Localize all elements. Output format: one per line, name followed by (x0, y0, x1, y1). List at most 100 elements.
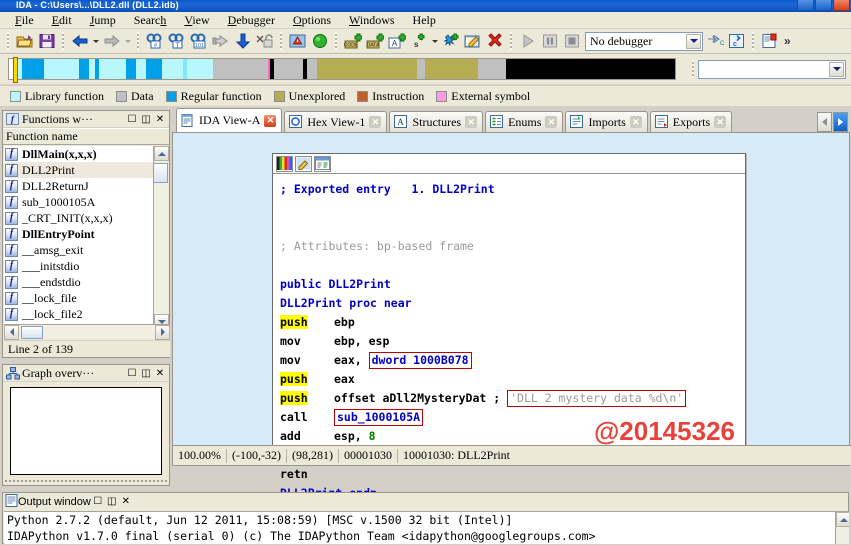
navband-segment[interactable] (506, 59, 674, 79)
navband-segment[interactable] (307, 59, 318, 79)
tab-close-icon[interactable]: ✕ (630, 116, 642, 128)
notepad-icon[interactable] (759, 31, 780, 51)
make-struct-icon[interactable]: s (408, 31, 429, 51)
run-icon[interactable] (517, 31, 538, 51)
function-list-item[interactable]: fDllMain(x,x,x) (4, 146, 153, 162)
jump-icon[interactable] (210, 31, 231, 51)
make-data-icon[interactable]: DATA (364, 31, 385, 51)
function-list-item[interactable]: fDllEntryPoint (4, 226, 153, 242)
tab-close-icon[interactable]: ✕ (369, 116, 381, 128)
warning-icon[interactable] (287, 31, 308, 51)
navband-segment[interactable] (317, 59, 417, 79)
menu-file[interactable]: File (6, 12, 43, 29)
highlighted-operand[interactable]: sub_1000105A (334, 409, 423, 426)
menu-edit[interactable]: Edit (43, 12, 81, 29)
disassembly-line[interactable]: public DLL2Print (280, 275, 745, 294)
disassembly-line[interactable]: retn (280, 465, 745, 484)
navband-segment[interactable] (146, 59, 163, 79)
green-circle-icon[interactable] (309, 31, 330, 51)
output-scroll-up-icon[interactable] (836, 512, 849, 527)
functions-scroll-thumb[interactable] (153, 163, 168, 183)
search-grip[interactable] (691, 60, 695, 78)
graph-restore-icon[interactable]: ◫ (139, 367, 153, 380)
disassembly-window[interactable]: ; Exported entry 1. DLL2Print ; Attribut… (272, 153, 746, 458)
palette-icon[interactable] (276, 156, 293, 172)
menu-view[interactable]: View (175, 12, 218, 29)
pause-icon[interactable] (539, 31, 560, 51)
navband-segment[interactable] (126, 59, 136, 79)
menu-help[interactable]: Help (404, 12, 445, 29)
tab-scroll-left-icon[interactable] (817, 112, 832, 132)
navband-segment[interactable] (22, 59, 45, 79)
forward-icon[interactable] (101, 31, 122, 51)
menu-jump[interactable]: Jump (81, 12, 125, 29)
toolbar-grip-6[interactable] (509, 32, 513, 50)
make-unexplored-icon[interactable] (440, 31, 461, 51)
down-arrow-icon[interactable] (232, 31, 253, 51)
disassembly-line[interactable]: pusheax (280, 370, 745, 389)
navband-segment[interactable] (162, 59, 183, 79)
function-list-item[interactable]: fDLL2Print (4, 162, 153, 178)
menu-debugger[interactable]: Debugger (219, 12, 284, 29)
navband-segment[interactable] (136, 59, 145, 79)
output-close-icon[interactable]: ✕ (119, 495, 133, 508)
save-icon[interactable] (36, 31, 57, 51)
menu-options[interactable]: Options (284, 12, 340, 29)
function-list-item[interactable]: f__lock_file2 (4, 306, 153, 322)
navigation-band-segments[interactable] (9, 59, 675, 79)
menu-search[interactable]: Search (125, 12, 176, 29)
stop-icon[interactable] (561, 31, 582, 51)
disassembly-line[interactable]: moveax, dword 1000B078 (280, 351, 745, 370)
functions-maximize-icon[interactable]: ☐ (125, 113, 139, 126)
scroll-up-icon[interactable] (154, 146, 169, 161)
search-dropdown-icon[interactable] (829, 62, 844, 77)
output-maximize-icon[interactable]: ☐ (91, 495, 105, 508)
highlighted-operand[interactable]: dword 1000B078 (369, 352, 472, 369)
navband-segment[interactable] (213, 59, 267, 79)
navband-segment[interactable] (79, 59, 89, 79)
disassembly-line[interactable]: movebp, esp (280, 332, 745, 351)
output-restore-icon[interactable]: ◫ (105, 495, 119, 508)
search-input-wrapper[interactable] (698, 60, 846, 79)
toolbar-grip[interactable] (6, 32, 10, 50)
nav-cursor[interactable] (13, 57, 18, 83)
navband-segment[interactable] (425, 59, 478, 79)
search-hash-icon[interactable]: # (144, 31, 165, 51)
toolbar-grip-7[interactable] (751, 32, 755, 50)
graph-close-icon[interactable]: ✕ (153, 367, 167, 380)
tab-enums[interactable]: Enums✕ (485, 111, 563, 132)
navband-segment[interactable] (274, 59, 303, 79)
toolbar-grip-3[interactable] (136, 32, 140, 50)
function-list-item[interactable]: fsub_1000105A (4, 194, 153, 210)
toolbar-grip-5[interactable] (334, 32, 338, 50)
disassembly-line[interactable] (280, 256, 745, 275)
debugger-select[interactable]: No debugger (585, 32, 703, 51)
functions-close-icon[interactable]: ✕ (153, 113, 167, 126)
scroll-right-icon[interactable] (155, 325, 170, 340)
toolbar-grip-4[interactable] (279, 32, 283, 50)
output-window-body[interactable]: Python 2.7.2 (default, Jun 12 2011, 15:0… (4, 511, 849, 544)
back-dropdown-icon[interactable] (91, 31, 100, 51)
edit-icon[interactable] (462, 31, 483, 51)
maximize-button[interactable] (815, 0, 832, 11)
menu-windows[interactable]: Windows (340, 12, 404, 29)
synchronize-icon[interactable] (314, 156, 331, 172)
functions-horizontal-scrollbar[interactable] (4, 324, 170, 339)
disassembly-line[interactable]: pushoffset aDll2MysteryDat ; 'DLL 2 myst… (280, 389, 745, 408)
chevron-down-icon[interactable] (686, 34, 701, 49)
function-list-item[interactable]: f__lock_file (4, 290, 153, 306)
tab-close-icon[interactable]: ✕ (545, 116, 557, 128)
make-code-icon[interactable]: CODE (342, 31, 363, 51)
tab-structures[interactable]: AStructures✕ (389, 111, 483, 132)
make-ascii-icon[interactable]: A (386, 31, 407, 51)
step-into-icon[interactable]: C (704, 31, 725, 51)
navband-segment[interactable] (44, 59, 78, 79)
close-button[interactable] (833, 0, 850, 11)
functions-hscroll-thumb[interactable] (21, 326, 43, 339)
output-vertical-scrollbar[interactable] (835, 512, 849, 544)
graph-overview-canvas[interactable] (10, 387, 162, 475)
highlight-icon[interactable] (295, 156, 312, 172)
tab-exports[interactable]: Exports✕ (650, 111, 732, 132)
functions-column-header[interactable]: Function name (3, 128, 169, 145)
navband-segment[interactable] (187, 59, 214, 79)
